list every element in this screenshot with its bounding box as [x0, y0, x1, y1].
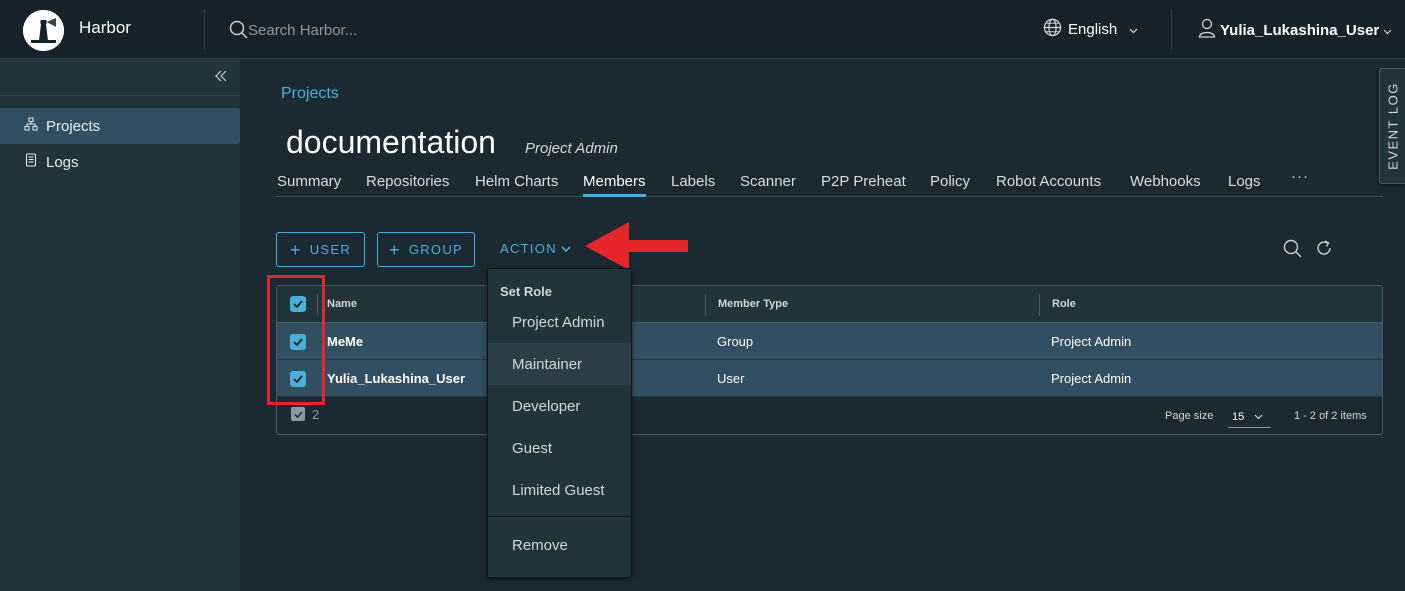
- menu-item-maintainer[interactable]: Maintainer: [488, 343, 631, 385]
- action-label: ACTION: [500, 241, 557, 256]
- table-row[interactable]: Yulia_Lukashina_User User Project Admin: [277, 360, 1382, 397]
- column-header-role[interactable]: Role: [1052, 298, 1076, 310]
- chevron-down-icon: [1129, 21, 1138, 38]
- chevron-down-icon: [1383, 22, 1392, 39]
- breadcrumb[interactable]: Projects: [281, 85, 339, 103]
- tab-labels[interactable]: Labels: [671, 173, 715, 190]
- header-divider: [1171, 9, 1172, 50]
- header-divider: [204, 9, 205, 50]
- page-size-label: Page size: [1165, 410, 1214, 422]
- table-row[interactable]: MeMe Group Project Admin: [277, 323, 1382, 360]
- collapse-sidebar-icon[interactable]: [214, 69, 228, 88]
- plus-icon: +: [289, 239, 302, 260]
- search-icon: [229, 20, 249, 45]
- selected-count: 2: [312, 407, 320, 422]
- sidebar-divider: [0, 95, 240, 96]
- chevron-down-icon: [1254, 411, 1263, 423]
- tab-robot-accounts[interactable]: Robot Accounts: [996, 173, 1101, 190]
- add-group-button[interactable]: + GROUP: [377, 232, 475, 267]
- action-dropdown-menu: Set Role Project Admin Maintainer Develo…: [487, 268, 632, 578]
- harbor-logo[interactable]: [23, 10, 64, 51]
- document-icon: [24, 153, 38, 171]
- sidebar: Projects Logs: [0, 60, 240, 591]
- menu-item-remove[interactable]: Remove: [488, 524, 631, 566]
- top-header: Harbor English Yulia_Lukashina_User: [0, 0, 1405, 59]
- tab-logs[interactable]: Logs: [1228, 173, 1261, 190]
- chevron-down-icon: [561, 241, 571, 256]
- add-user-button[interactable]: + USER: [276, 232, 365, 267]
- tab-summary[interactable]: Summary: [277, 173, 341, 190]
- user-icon: [1198, 18, 1216, 42]
- member-type: Group: [717, 334, 754, 349]
- menu-section-header: Set Role: [500, 284, 553, 299]
- username-label: Yulia_Lukashina_User: [1220, 21, 1380, 39]
- member-name: Yulia_Lukashina_User: [327, 371, 466, 386]
- tab-policy[interactable]: Policy: [930, 173, 970, 190]
- project-role-subtitle: Project Admin: [525, 140, 618, 157]
- sidebar-item-projects[interactable]: Projects: [0, 108, 240, 144]
- language-label: English: [1068, 21, 1118, 38]
- pagination-info: 1 - 2 of 2 items: [1294, 410, 1367, 422]
- app-title: Harbor: [79, 18, 131, 37]
- page-title: documentation: [286, 124, 496, 160]
- tab-helm-charts[interactable]: Helm Charts: [475, 173, 558, 190]
- menu-item-limited-guest[interactable]: Limited Guest: [488, 469, 631, 511]
- menu-item-guest[interactable]: Guest: [488, 427, 631, 469]
- menu-item-project-admin[interactable]: Project Admin: [488, 301, 631, 343]
- refresh-icon[interactable]: [1315, 239, 1333, 262]
- user-menu[interactable]: Yulia_Lukashina_User: [1198, 18, 1392, 42]
- tab-repositories[interactable]: Repositories: [366, 173, 449, 190]
- member-role: Project Admin: [1051, 371, 1132, 386]
- red-box-annotation: [267, 275, 325, 405]
- page-size-value: 15: [1232, 410, 1245, 423]
- event-log-label: EVENT LOG: [1385, 82, 1400, 170]
- more-tabs-icon[interactable]: ···: [1291, 168, 1309, 185]
- column-divider: [705, 294, 706, 316]
- column-header-name[interactable]: Name: [327, 298, 357, 310]
- sidebar-item-label: Logs: [46, 153, 79, 171]
- menu-divider: [488, 516, 631, 517]
- member-name: MeMe: [327, 334, 364, 349]
- tab-webhooks[interactable]: Webhooks: [1130, 173, 1201, 190]
- sidebar-item-label: Projects: [46, 117, 101, 135]
- tab-p2p-preheat[interactable]: P2P Preheat: [821, 173, 906, 190]
- page-size-select[interactable]: 15: [1228, 406, 1271, 428]
- project-tabs: Summary Repositories Helm Charts Members…: [276, 163, 1383, 197]
- search-icon[interactable]: [1283, 239, 1303, 264]
- selected-count-checkbox-icon: [291, 407, 305, 421]
- active-tab-indicator: [583, 194, 646, 197]
- menu-item-developer[interactable]: Developer: [488, 385, 631, 427]
- event-log-tab[interactable]: EVENT LOG: [1379, 68, 1405, 184]
- members-table: Name Member Type Role MeMe Group Project…: [276, 285, 1383, 435]
- table-header: Name Member Type Role: [277, 286, 1382, 323]
- sidebar-item-logs[interactable]: Logs: [0, 144, 240, 180]
- add-user-label: USER: [309, 242, 352, 257]
- member-role: Project Admin: [1051, 334, 1132, 349]
- member-type: User: [717, 371, 745, 386]
- plus-icon: +: [389, 239, 401, 260]
- tab-members[interactable]: Members: [583, 173, 646, 190]
- search-input[interactable]: [248, 19, 548, 41]
- action-dropdown-button[interactable]: ACTION: [500, 241, 571, 256]
- tab-scanner[interactable]: Scanner: [740, 173, 796, 190]
- globe-icon: [1043, 18, 1062, 41]
- column-header-member-type[interactable]: Member Type: [718, 298, 788, 310]
- language-selector[interactable]: English: [1043, 18, 1138, 41]
- add-group-label: GROUP: [408, 242, 463, 257]
- project-tree-icon: [24, 117, 38, 135]
- column-divider: [1039, 294, 1040, 316]
